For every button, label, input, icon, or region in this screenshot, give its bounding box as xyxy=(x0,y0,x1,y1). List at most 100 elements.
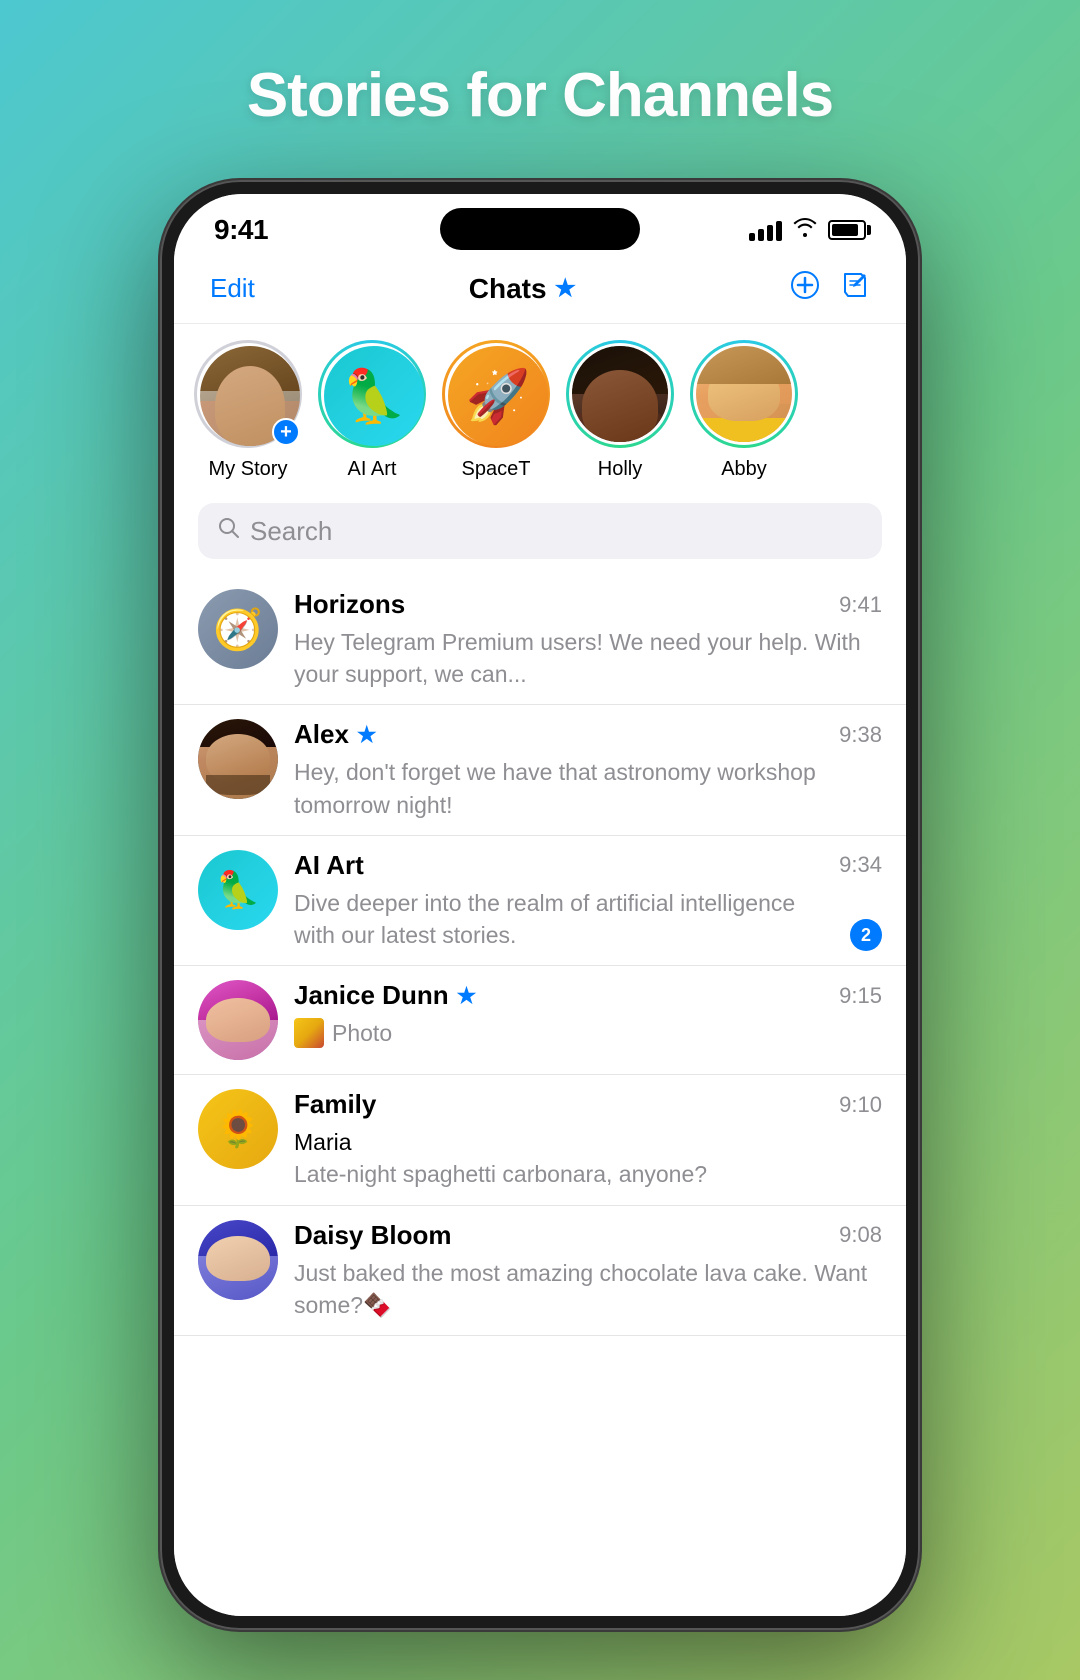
daisy-name: Daisy Bloom xyxy=(294,1220,452,1251)
alex-content: Alex ★ 9:38 Hey, don't forget we have th… xyxy=(294,719,882,820)
abby-ring xyxy=(690,340,798,448)
ai-art-content: AI Art 9:34 Dive deeper into the realm o… xyxy=(294,850,882,951)
search-bar-section: Search xyxy=(174,497,906,575)
family-time: 9:10 xyxy=(839,1092,882,1118)
signal-bar-4 xyxy=(776,221,782,241)
stories-row: + My Story 🦜 AI Art xyxy=(174,324,906,497)
daisy-avatar xyxy=(198,1220,278,1300)
nav-star-icon: ★ xyxy=(555,274,577,303)
abby-avatar xyxy=(696,346,792,442)
nav-bar: Edit Chats ★ xyxy=(174,254,906,324)
horizons-avatar: 🧭 xyxy=(198,589,278,669)
alex-name: Alex ★ xyxy=(294,719,377,750)
chat-list: 🧭 Horizons 9:41 Hey Telegram Premium use… xyxy=(174,575,906,1616)
edit-button[interactable]: Edit xyxy=(210,273,255,304)
holly-avatar xyxy=(572,346,668,442)
screen-content: Edit Chats ★ xyxy=(174,254,906,1616)
daisy-face xyxy=(198,1220,278,1300)
story-item-ai-art[interactable]: 🦜 AI Art xyxy=(318,340,426,481)
chat-item-family[interactable]: 🌻 Family 9:10 Maria Late-night spaghetti… xyxy=(174,1075,906,1205)
my-story-label: My Story xyxy=(209,458,288,481)
my-story-avatar-wrap: + xyxy=(194,340,302,448)
daisy-header: Daisy Bloom 9:08 xyxy=(294,1220,882,1251)
status-bar: 9:41 xyxy=(174,194,906,254)
spacet-ring: 🚀 xyxy=(442,340,550,448)
story-item-spacet[interactable]: 🚀 SpaceT xyxy=(442,340,550,481)
spacet-story-label: SpaceT xyxy=(462,458,531,481)
family-preview: Maria Late-night spaghetti carbonara, an… xyxy=(294,1126,882,1190)
holly-story-label: Holly xyxy=(598,458,642,481)
ai-art-header: AI Art 9:34 xyxy=(294,850,882,881)
story-item-holly[interactable]: Holly xyxy=(566,340,674,481)
abby-avatar-wrap xyxy=(690,340,798,448)
ai-art-avatar-wrap: 🦜 xyxy=(318,340,426,448)
chat-item-alex[interactable]: Alex ★ 9:38 Hey, don't forget we have th… xyxy=(174,705,906,835)
ai-art-avatar: 🦜 xyxy=(324,346,424,446)
signal-bar-3 xyxy=(767,225,773,241)
holly-avatar-wrap xyxy=(566,340,674,448)
family-content: Family 9:10 Maria Late-night spaghetti c… xyxy=(294,1089,882,1190)
holly-ring xyxy=(566,340,674,448)
add-story-button[interactable] xyxy=(790,270,820,307)
janice-face xyxy=(198,980,278,1060)
story-item-my-story[interactable]: + My Story xyxy=(194,340,302,481)
janice-name: Janice Dunn ★ xyxy=(294,980,476,1011)
janice-preview: Photo xyxy=(294,1017,882,1049)
battery-fill xyxy=(832,224,858,236)
family-name: Family xyxy=(294,1089,376,1120)
nav-actions xyxy=(790,270,870,307)
alex-preview: Hey, don't forget we have that astronomy… xyxy=(294,756,882,820)
chat-item-janice[interactable]: Janice Dunn ★ 9:15 Photo xyxy=(174,966,906,1075)
ai-art-story-label: AI Art xyxy=(348,458,397,481)
horizons-name: Horizons xyxy=(294,589,405,620)
phone-frame: 9:41 xyxy=(160,180,920,1630)
dynamic-island xyxy=(440,208,640,250)
status-time: 9:41 xyxy=(214,214,268,246)
ai-art-time: 9:34 xyxy=(839,852,882,878)
chat-item-horizons[interactable]: 🧭 Horizons 9:41 Hey Telegram Premium use… xyxy=(174,575,906,705)
compose-button[interactable] xyxy=(840,270,870,307)
alex-avatar xyxy=(198,719,278,799)
photo-thumbnail xyxy=(294,1018,324,1048)
family-header: Family 9:10 xyxy=(294,1089,882,1120)
search-placeholder: Search xyxy=(250,516,332,547)
horizons-header: Horizons 9:41 xyxy=(294,589,882,620)
search-bar[interactable]: Search xyxy=(198,503,882,559)
ai-art-preview: Dive deeper into the realm of artificial… xyxy=(294,887,840,951)
phone-screen: 9:41 xyxy=(174,194,906,1616)
ai-art-list-name: AI Art xyxy=(294,850,364,881)
janice-star-icon: ★ xyxy=(457,983,477,1009)
chat-item-ai-art[interactable]: 🦜 AI Art 9:34 Dive deeper into the realm… xyxy=(174,836,906,966)
story-item-abby[interactable]: Abby xyxy=(690,340,798,481)
family-avatar: 🌻 xyxy=(198,1089,278,1169)
janice-header: Janice Dunn ★ 9:15 xyxy=(294,980,882,1011)
hero-title: Stories for Channels xyxy=(0,60,1080,131)
alex-face xyxy=(198,719,278,799)
chat-item-daisy[interactable]: Daisy Bloom 9:08 Just baked the most ama… xyxy=(174,1206,906,1336)
janice-time: 9:15 xyxy=(839,983,882,1009)
alex-header: Alex ★ 9:38 xyxy=(294,719,882,750)
daisy-preview: Just baked the most amazing chocolate la… xyxy=(294,1257,882,1321)
add-story-badge[interactable]: + xyxy=(272,418,300,446)
daisy-content: Daisy Bloom 9:08 Just baked the most ama… xyxy=(294,1220,882,1321)
horizons-time: 9:41 xyxy=(839,592,882,618)
battery-icon xyxy=(828,220,866,240)
wifi-icon xyxy=(792,217,818,243)
signal-bar-1 xyxy=(749,233,755,241)
horizons-content: Horizons 9:41 Hey Telegram Premium users… xyxy=(294,589,882,690)
daisy-time: 9:08 xyxy=(839,1222,882,1248)
search-icon xyxy=(218,517,240,546)
status-icons xyxy=(749,217,866,243)
signal-bar-2 xyxy=(758,229,764,241)
janice-content: Janice Dunn ★ 9:15 Photo xyxy=(294,980,882,1049)
spacet-avatar-wrap: 🚀 xyxy=(442,340,550,448)
horizons-preview: Hey Telegram Premium users! We need your… xyxy=(294,626,882,690)
ai-art-unread-badge: 2 xyxy=(850,919,882,951)
alex-star-icon: ★ xyxy=(357,722,377,748)
nav-title: Chats ★ xyxy=(469,273,576,305)
spacet-avatar: 🚀 xyxy=(448,346,548,446)
signal-bars-icon xyxy=(749,219,782,241)
abby-story-label: Abby xyxy=(721,458,767,481)
ai-art-ring: 🦜 xyxy=(318,340,426,448)
alex-time: 9:38 xyxy=(839,722,882,748)
